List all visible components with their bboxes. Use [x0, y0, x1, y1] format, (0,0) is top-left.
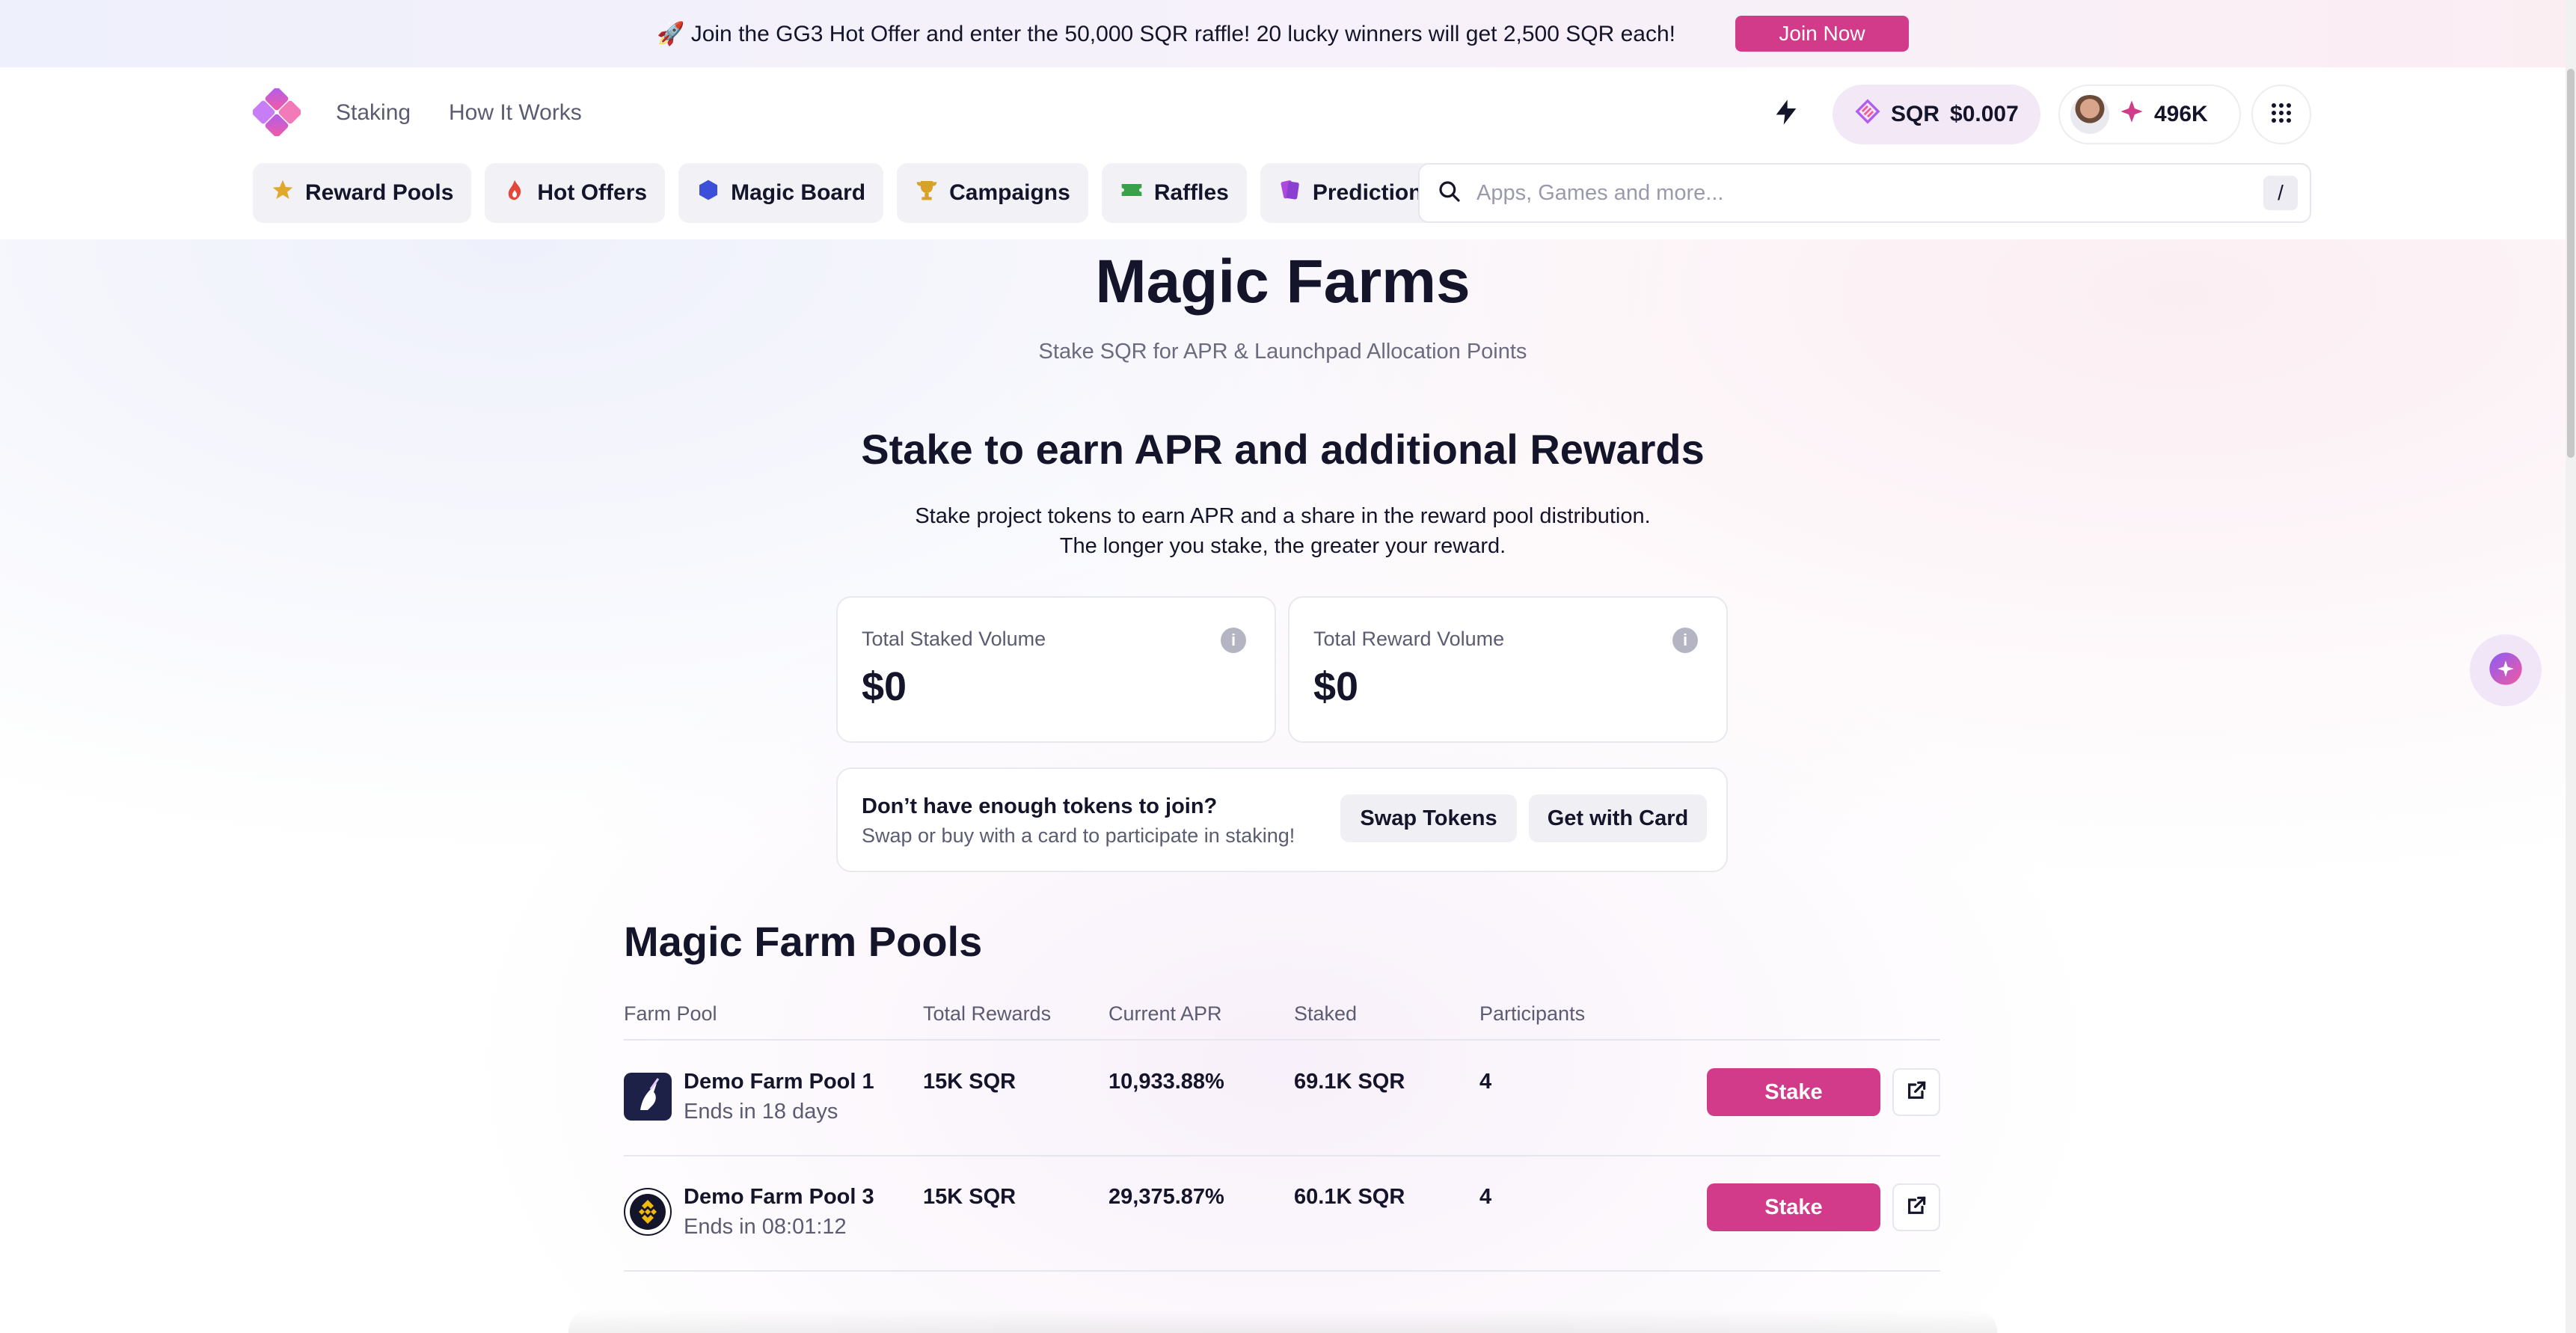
external-link-icon [1904, 1194, 1928, 1222]
ticket-icon [1120, 178, 1144, 208]
page-title: Magic Farms [1095, 248, 1471, 316]
tab-label: Predictions [1312, 180, 1435, 205]
trophy-icon [915, 178, 939, 208]
pool-total-rewards: 15K SQR [923, 1185, 1016, 1209]
total-staked-card: Total Staked Volume i $0 [836, 596, 1276, 743]
announcement-banner: 🚀 Join the GG3 Hot Offer and enter the 5… [0, 0, 2566, 67]
scrollbar-thumb[interactable] [2567, 69, 2575, 458]
floating-assistant-button[interactable] [2470, 634, 2542, 706]
pool-total-rewards: 15K SQR [923, 1070, 1016, 1094]
pool-ends: Ends in 18 days [684, 1100, 838, 1124]
tab-label: Hot Offers [537, 180, 648, 205]
pool-coin-icon [624, 1188, 672, 1236]
pool-name[interactable]: Demo Farm Pool 1 [684, 1070, 874, 1094]
info-icon[interactable]: i [1221, 628, 1246, 653]
fire-icon [503, 178, 527, 208]
join-now-button[interactable]: Join Now [1735, 16, 1909, 52]
apps-grid-button[interactable] [2251, 85, 2311, 144]
nav-link-how-it-works[interactable]: How It Works [449, 100, 582, 126]
get-with-card-button[interactable]: Get with Card [1529, 794, 1707, 842]
header-total-rewards: Total Rewards [923, 1002, 1052, 1025]
table-divider [624, 1155, 1940, 1156]
tab-label: Reward Pools [305, 180, 454, 205]
page-subtitle: Stake SQR for APR & Launchpad Allocation… [1038, 340, 1527, 364]
pool-current-apr: 10,933.88% [1108, 1070, 1224, 1094]
table-divider [624, 1270, 1940, 1272]
star-icon [271, 178, 295, 208]
pool-participants: 4 [1479, 1185, 1492, 1209]
grid-icon [2270, 102, 2293, 128]
pool-unicorn-icon [624, 1073, 672, 1121]
tab-hot-offers[interactable]: Hot Offers [485, 163, 666, 223]
get-tokens-card: Don’t have enough tokens to join? Swap o… [836, 767, 1728, 872]
total-reward-value: $0 [1313, 664, 1359, 709]
section-desc-line-1: Stake project tokens to earn APR and a s… [915, 504, 1651, 528]
section-title: Stake to earn APR and additional Rewards [861, 426, 1705, 473]
header: Staking How It Works SQR $0.007 496K Rew… [0, 67, 2566, 239]
get-tokens-title: Don’t have enough tokens to join? [862, 794, 1218, 818]
total-staked-label: Total Staked Volume [862, 628, 1046, 650]
page-scrollbar[interactable] [2566, 0, 2576, 1333]
search-input[interactable]: Apps, Games and more... [1476, 181, 2248, 206]
total-staked-value: $0 [862, 664, 907, 709]
tab-campaigns[interactable]: Campaigns [897, 163, 1088, 223]
search-icon [1438, 180, 1462, 207]
info-icon[interactable]: i [1672, 628, 1698, 653]
pool-name[interactable]: Demo Farm Pool 3 [684, 1185, 874, 1210]
swap-tokens-button[interactable]: Swap Tokens [1340, 794, 1517, 842]
sqr-price-pill[interactable]: SQR $0.007 [1833, 85, 2040, 144]
chat-sparkle-icon [2486, 649, 2525, 692]
open-pool-button[interactable] [1892, 1183, 1940, 1231]
tab-raffles[interactable]: Raffles [1101, 163, 1247, 223]
pool-staked: 60.1K SQR [1294, 1185, 1405, 1209]
sqr-token-icon [1855, 99, 1880, 130]
section-desc-line-2: The longer you stake, the greater your r… [1059, 534, 1506, 558]
tab-label: Campaigns [949, 180, 1070, 205]
total-reward-card: Total Reward Volume i $0 [1288, 596, 1728, 743]
section-description: Stake project tokens to earn APR and a s… [0, 501, 2566, 561]
lightning-icon[interactable] [1771, 97, 1801, 127]
app-logo-icon[interactable] [251, 87, 302, 138]
category-tabs: Reward Pools Hot Offers Magic Board Camp… [253, 163, 1453, 223]
stake-button[interactable]: Stake [1707, 1068, 1880, 1116]
total-reward-label: Total Reward Volume [1313, 628, 1505, 650]
tab-magic-board[interactable]: Magic Board [678, 163, 884, 223]
header-current-apr: Current APR [1108, 1002, 1222, 1025]
header-staked: Staked [1294, 1002, 1358, 1025]
table-divider [624, 1039, 1940, 1041]
avatar [2070, 95, 2109, 134]
sqr-token-label: SQR [1891, 102, 1940, 126]
banner-text: 🚀 Join the GG3 Hot Offer and enter the 5… [657, 21, 1675, 46]
pools-title: Magic Farm Pools [624, 918, 983, 965]
get-tokens-subtitle: Swap or buy with a card to participate i… [862, 824, 1295, 847]
search-shortcut-key: / [2263, 176, 2298, 210]
tab-reward-pools[interactable]: Reward Pools [253, 163, 472, 223]
pool-staked: 69.1K SQR [1294, 1070, 1405, 1094]
points-value: 496K [2154, 102, 2208, 126]
search-bar[interactable]: Apps, Games and more... / [1418, 163, 2311, 223]
sqr-price-value: $0.007 [1950, 102, 2019, 126]
pool-participants: 4 [1479, 1070, 1492, 1094]
tab-label: Raffles [1153, 180, 1229, 205]
open-pool-button[interactable] [1892, 1068, 1940, 1116]
points-icon [2120, 99, 2144, 129]
header-farm-pool: Farm Pool [624, 1002, 717, 1025]
header-participants: Participants [1479, 1002, 1586, 1025]
external-link-icon [1904, 1079, 1928, 1106]
tab-label: Magic Board [731, 180, 866, 205]
stake-button[interactable]: Stake [1707, 1183, 1880, 1231]
pool-ends: Ends in 08:01:12 [684, 1215, 847, 1239]
profile-pill[interactable]: 496K [2058, 85, 2241, 144]
cards-icon [1278, 178, 1302, 208]
nav-link-staking[interactable]: Staking [336, 100, 411, 126]
pool-current-apr: 29,375.87% [1108, 1185, 1224, 1209]
bottom-panel-edge [568, 1309, 1997, 1333]
hexagon-icon [696, 178, 720, 208]
